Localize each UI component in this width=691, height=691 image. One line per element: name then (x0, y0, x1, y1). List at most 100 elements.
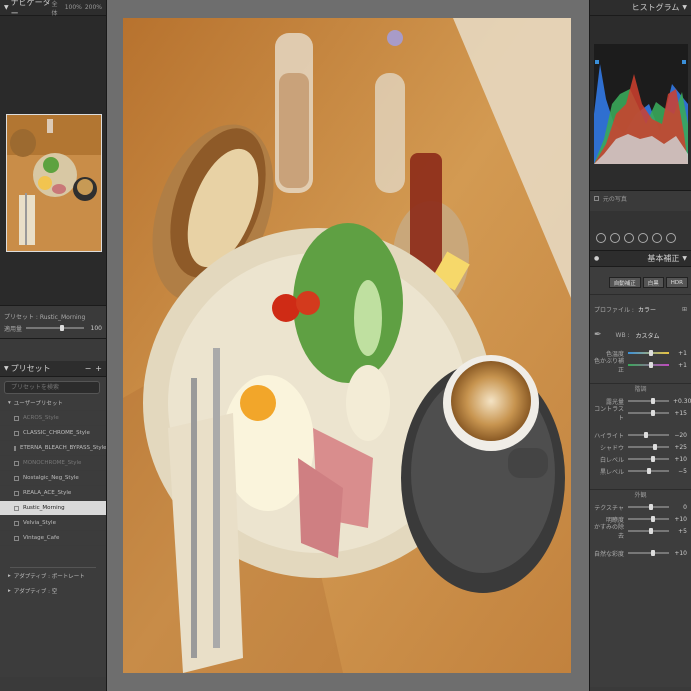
highlights-slider[interactable] (628, 432, 669, 438)
clipping-left-icon[interactable] (595, 60, 599, 64)
collapsed-triangle-icon[interactable]: ▸ (8, 588, 11, 594)
main-photo[interactable] (123, 18, 571, 673)
preset-item[interactable]: Vintage_Cafe (0, 531, 106, 546)
contrast-slider-row[interactable]: コントラスト +15 (590, 406, 691, 422)
contrast-slider-knob[interactable] (651, 410, 656, 416)
checkbox-icon[interactable] (594, 196, 599, 201)
collapse-triangle-icon[interactable]: ▼ (682, 4, 687, 11)
wb-row[interactable]: ✒ WB : カスタム (590, 329, 691, 341)
preset-item[interactable]: CLASSIC_CHROME_Style (0, 426, 106, 441)
eyedropper-icon[interactable]: ✒ (594, 330, 602, 340)
preset-item[interactable]: REALA_ACE_Style (0, 486, 106, 501)
plus-icon[interactable]: + (95, 364, 102, 373)
bw-button[interactable]: 白黒 (642, 277, 664, 288)
presets-header[interactable]: ▼ プリセット − + (0, 361, 106, 377)
basic-header[interactable]: ● 基本補正 ▼ (590, 251, 691, 267)
left-panel: ▼ ナビゲーター 全体 100% 200% プリセット : Rustic_Mor… (0, 0, 107, 691)
preset-file-icon (14, 430, 19, 436)
hdr-button[interactable]: HDR (665, 277, 688, 288)
navigator-thumbnail[interactable] (6, 114, 102, 252)
mask-tool-icon[interactable] (638, 232, 648, 243)
whites-slider-value: +10 (674, 455, 687, 463)
temp-slider-knob[interactable] (649, 350, 654, 356)
blacks-slider-row[interactable]: 黒レベル −5 (590, 465, 691, 477)
wb-select[interactable]: カスタム (636, 331, 660, 340)
preset-item[interactable]: ACROS_Style (0, 411, 106, 426)
collapse-triangle-icon[interactable]: ▼ (682, 255, 687, 262)
texture-slider-knob[interactable] (648, 504, 653, 510)
dehaze-slider-knob[interactable] (649, 528, 654, 534)
vibrance-slider-knob[interactable] (650, 550, 655, 556)
zoom-100[interactable]: 100% (65, 4, 82, 11)
profile-row[interactable]: プロファイル : カラー ⊞ (590, 303, 691, 315)
basic-title: 基本補正 (647, 254, 680, 263)
tint-slider-row[interactable]: 色かぶり補正 +1 (590, 358, 691, 374)
vibrance-slider-row[interactable]: 自然な彩度 +10 (590, 547, 691, 559)
highlights-slider-row[interactable]: ハイライト −20 (590, 429, 691, 441)
whites-slider-row[interactable]: 白レベル +10 (590, 453, 691, 465)
temp-slider[interactable] (628, 350, 669, 356)
contrast-slider[interactable] (628, 410, 669, 416)
clarity-slider-knob[interactable] (650, 516, 655, 522)
collapsed-triangle-icon[interactable]: ▸ (8, 573, 11, 579)
texture-slider[interactable] (628, 504, 669, 510)
navigator-area (0, 16, 106, 306)
amount-slider-row[interactable]: 適用量 100 (0, 322, 106, 334)
tint-slider-value: +1 (678, 361, 687, 369)
contrast-slider-label: コントラスト (594, 406, 624, 422)
highlights-slider-knob[interactable] (644, 432, 649, 438)
tint-slider[interactable] (628, 362, 669, 368)
exposure-slider[interactable] (628, 398, 669, 404)
zoom-fit[interactable]: 全体 (51, 0, 61, 17)
shadows-slider-row[interactable]: シャドウ +25 (590, 441, 691, 453)
sliders-tool-icon[interactable] (596, 232, 606, 243)
basic-panel: 自動補正 白黒 HDR プロファイル : カラー ⊞ ✒ WB : カスタム 色… (590, 267, 691, 687)
amount-slider-knob[interactable] (59, 325, 64, 331)
dehaze-slider[interactable] (628, 528, 669, 534)
exposure-slider-knob[interactable] (650, 398, 655, 404)
navigator-header[interactable]: ▼ ナビゲーター 全体 100% 200% (0, 0, 106, 18)
preset-item[interactable]: Rustic_Morning (0, 501, 106, 516)
zoom-200[interactable]: 200% (85, 4, 102, 11)
profile-browser-icon[interactable]: ⊞ (682, 306, 687, 313)
adaptive-sky-group[interactable]: ▸ アダプティブ : 空 (0, 583, 106, 598)
collapse-triangle-icon[interactable]: ▼ (4, 4, 9, 11)
minus-icon[interactable]: − (85, 364, 92, 373)
user-presets-group[interactable]: ▾ ユーザープリセット (0, 396, 106, 411)
profile-select[interactable]: カラー (638, 305, 656, 314)
redeye-tool-icon[interactable] (652, 232, 662, 243)
whites-slider[interactable] (628, 456, 669, 462)
visibility-toggle-icon[interactable]: ● (594, 255, 599, 262)
collapse-triangle-icon[interactable]: ▼ (4, 365, 9, 372)
dehaze-slider-row[interactable]: かすみの除去 +5 (590, 524, 691, 540)
expand-triangle-icon[interactable]: ▾ (8, 400, 11, 406)
basic-sliders: 色温度 +1 色かぶり補正 +1 階調 露光量 +0.30 コントラスト +15 ハイライト −20… (590, 347, 691, 559)
preset-file-icon (14, 535, 19, 541)
shadows-slider[interactable] (628, 444, 669, 450)
tint-slider-knob[interactable] (649, 362, 654, 368)
whites-slider-knob[interactable] (650, 456, 655, 462)
preset-item-label: Vintage_Cafe (23, 535, 60, 541)
auto-button[interactable]: 自動補正 (608, 277, 641, 288)
adaptive-portrait-group[interactable]: ▸ アダプティブ : ポートレート (0, 568, 106, 583)
vibrance-slider[interactable] (628, 550, 669, 556)
histogram-header[interactable]: ヒストグラム ▼ (590, 0, 691, 16)
clarity-slider[interactable] (628, 516, 669, 522)
preset-item[interactable]: ETERNA_BLEACH_BYPASS_Style (0, 441, 106, 456)
texture-slider-row[interactable]: テクスチャ 0 (590, 501, 691, 513)
preset-item[interactable]: Nostalgic_Neg_Style (0, 471, 106, 486)
blacks-slider[interactable] (628, 468, 669, 474)
preset-item[interactable]: Velvia_Style (0, 516, 106, 531)
preset-tool-icon[interactable] (666, 232, 676, 243)
amount-slider[interactable] (26, 325, 84, 331)
preset-search-input[interactable] (4, 381, 100, 394)
blacks-slider-knob[interactable] (647, 468, 652, 474)
original-photo-toggle[interactable]: 元の写真 (594, 194, 627, 203)
histogram-title: ヒストグラム (631, 3, 680, 12)
preset-item-label: CLASSIC_CHROME_Style (23, 430, 90, 436)
clipping-right-icon[interactable] (682, 60, 686, 64)
heal-tool-icon[interactable] (624, 232, 634, 243)
preset-item[interactable]: MONOCHROME_Style (0, 456, 106, 471)
shadows-slider-knob[interactable] (653, 444, 658, 450)
crop-tool-icon[interactable] (610, 232, 620, 243)
